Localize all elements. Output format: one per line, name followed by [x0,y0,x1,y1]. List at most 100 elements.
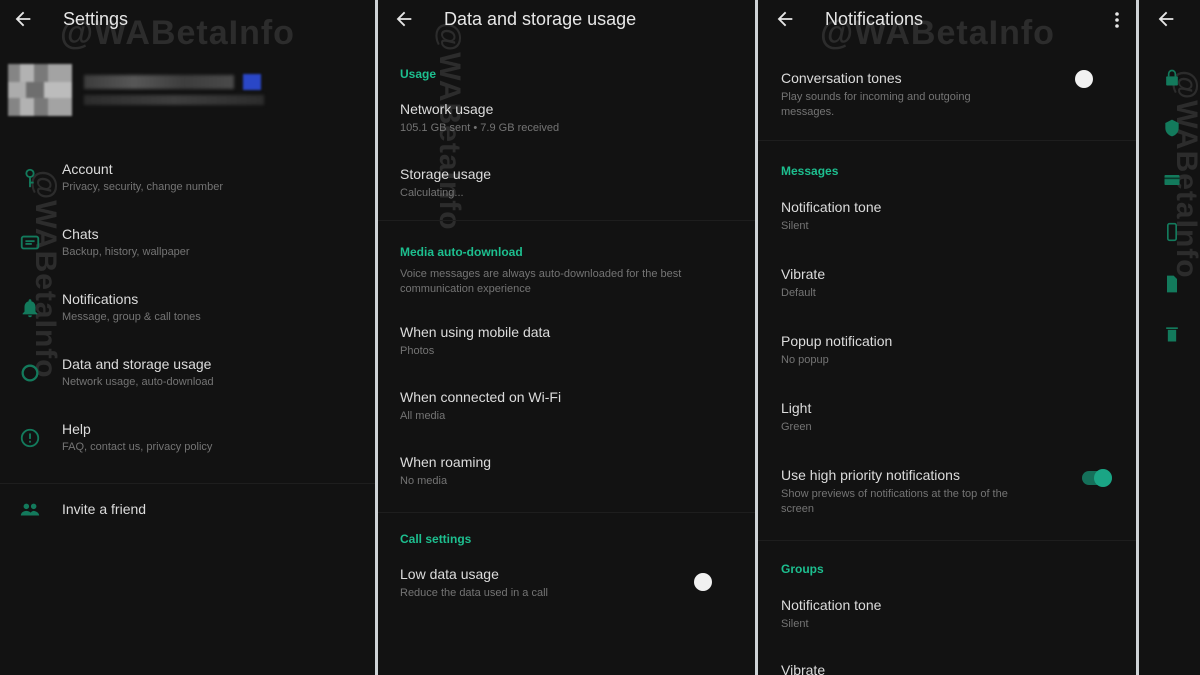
trash-icon[interactable] [1162,324,1182,344]
settings-app-bar: Settings [0,0,375,40]
row-label: Notification tone [781,597,882,613]
row-label: Light [781,400,812,416]
back-arrow-icon[interactable] [12,8,34,30]
more-options-icon[interactable] [1112,10,1122,30]
back-arrow-icon[interactable] [774,8,796,30]
row-sub: Green [781,421,812,433]
storage-usage-row[interactable]: Storage usage Calculating... [378,160,755,210]
lock-icon[interactable] [1162,68,1182,88]
section-header-usage: Usage [400,67,437,81]
page-title: Notifications [825,9,924,29]
invite-friend-label: Invite a friend [62,501,147,517]
key-icon [25,168,35,188]
page-title: Data and storage usage [444,9,637,29]
phone-icon[interactable] [1162,222,1182,242]
back-arrow-icon[interactable] [393,8,415,30]
shield-icon[interactable] [1162,118,1182,138]
row-label: Conversation tones [781,70,902,86]
divider [378,220,755,221]
row-sub-cont: messages. [781,106,835,118]
profile-name-redacted [84,75,234,89]
settings-item-label: Notifications [62,291,139,307]
settings-item-notifications[interactable]: Notifications Message, group & call tone… [0,285,375,345]
chat-icon [20,235,40,250]
row-sub: Photos [400,345,435,357]
settings-item-data-storage[interactable]: Data and storage usage Network usage, au… [0,350,375,410]
row-sub: Show previews of notifications at the to… [781,488,1008,500]
row-sub: Reduce the data used in a call [400,587,548,599]
notifications-app-bar: Notifications [758,0,1136,40]
vibrate-row[interactable]: Vibrate Default [758,260,1136,312]
section-header-media: Media auto-download [400,245,523,259]
card-icon[interactable] [1162,170,1182,190]
notifications-screen: Notifications @WABetaInfo Conversation t… [758,0,1136,675]
row-sub: No popup [781,354,829,366]
profile-status-redacted [84,95,264,105]
row-label: Vibrate [781,266,826,282]
row-label: Network usage [400,101,494,117]
data-storage-app-bar: Data and storage usage [378,0,755,40]
row-label: Vibrate [781,662,826,675]
row-label: When using mobile data [400,324,551,340]
row-label: Low data usage [400,566,499,582]
settings-item-sub: Message, group & call tones [62,311,201,323]
invite-friend-row[interactable]: Invite a friend [0,493,375,529]
conversation-tones-row[interactable]: Conversation tones Play sounds for incom… [758,64,1136,124]
help-icon [20,428,40,448]
section-header-call: Call settings [400,532,472,546]
network-usage-row[interactable]: Network usage 105.1 GB sent • 7.9 GB rec… [378,95,755,145]
section-header-groups: Groups [781,562,824,576]
settings-item-label: Chats [62,226,99,242]
row-sub: Silent [781,618,809,630]
page-title: Settings [63,9,129,29]
settings-item-sub: Backup, history, wallpaper [62,246,190,258]
settings-screen: Settings @WABetaInfo @WABetaInfo Account… [0,0,375,675]
light-row[interactable]: Light Green [758,394,1136,446]
group-vibrate-row[interactable]: Vibrate [758,656,1136,675]
partial-screen: @WABetaInfo [1139,0,1200,675]
wifi-row[interactable]: When connected on Wi-Fi All media [378,383,755,433]
group-tone-row[interactable]: Notification tone Silent [758,591,1136,643]
conversation-tones-toggle[interactable] [1075,70,1093,88]
row-sub: Default [781,287,816,299]
media-note-cont: communication experience [400,283,531,295]
bell-icon [22,299,38,318]
profile-badge [243,74,261,90]
settings-item-label: Data and storage usage [62,356,212,372]
settings-item-label: Account [62,161,113,177]
avatar[interactable] [8,64,72,116]
row-sub: All media [400,410,446,422]
data-storage-screen: Data and storage usage @WABetaInfo Usage… [378,0,755,675]
settings-item-sub: FAQ, contact us, privacy policy [62,441,213,453]
settings-item-label: Help [62,421,91,437]
high-priority-toggle-thumb[interactable] [1094,469,1112,487]
row-label: When connected on Wi-Fi [400,389,562,405]
settings-item-chats[interactable]: Chats Backup, history, wallpaper [0,220,375,280]
data-usage-icon [21,364,39,382]
row-sub: Calculating... [400,187,464,199]
people-icon [20,503,40,516]
section-header-messages: Messages [781,164,839,178]
row-sub: No media [400,475,448,487]
mobile-data-row[interactable]: When using mobile data Photos [378,318,755,368]
row-sub-cont: screen [781,503,815,515]
row-label: Use high priority notifications [781,467,960,483]
roaming-row[interactable]: When roaming No media [378,448,755,498]
popup-notification-row[interactable]: Popup notification No popup [758,327,1136,379]
row-sub: Play sounds for incoming and outgoing [781,91,971,103]
low-data-usage-row[interactable]: Low data usage Reduce the data used in a… [378,560,755,610]
document-icon[interactable] [1162,274,1182,294]
divider [758,540,1136,541]
row-label: Storage usage [400,166,492,182]
row-sub: Silent [781,220,809,232]
divider [758,140,1136,141]
low-data-toggle[interactable] [694,573,712,591]
high-priority-row[interactable]: Use high priority notifications Show pre… [758,461,1136,521]
row-label: Notification tone [781,199,882,215]
divider [0,483,375,484]
settings-item-account[interactable]: Account Privacy, security, change number [0,155,375,215]
settings-item-help[interactable]: Help FAQ, contact us, privacy policy [0,415,375,475]
settings-item-sub: Network usage, auto-download [62,376,214,388]
back-arrow-icon[interactable] [1155,8,1177,30]
message-tone-row[interactable]: Notification tone Silent [758,193,1136,245]
